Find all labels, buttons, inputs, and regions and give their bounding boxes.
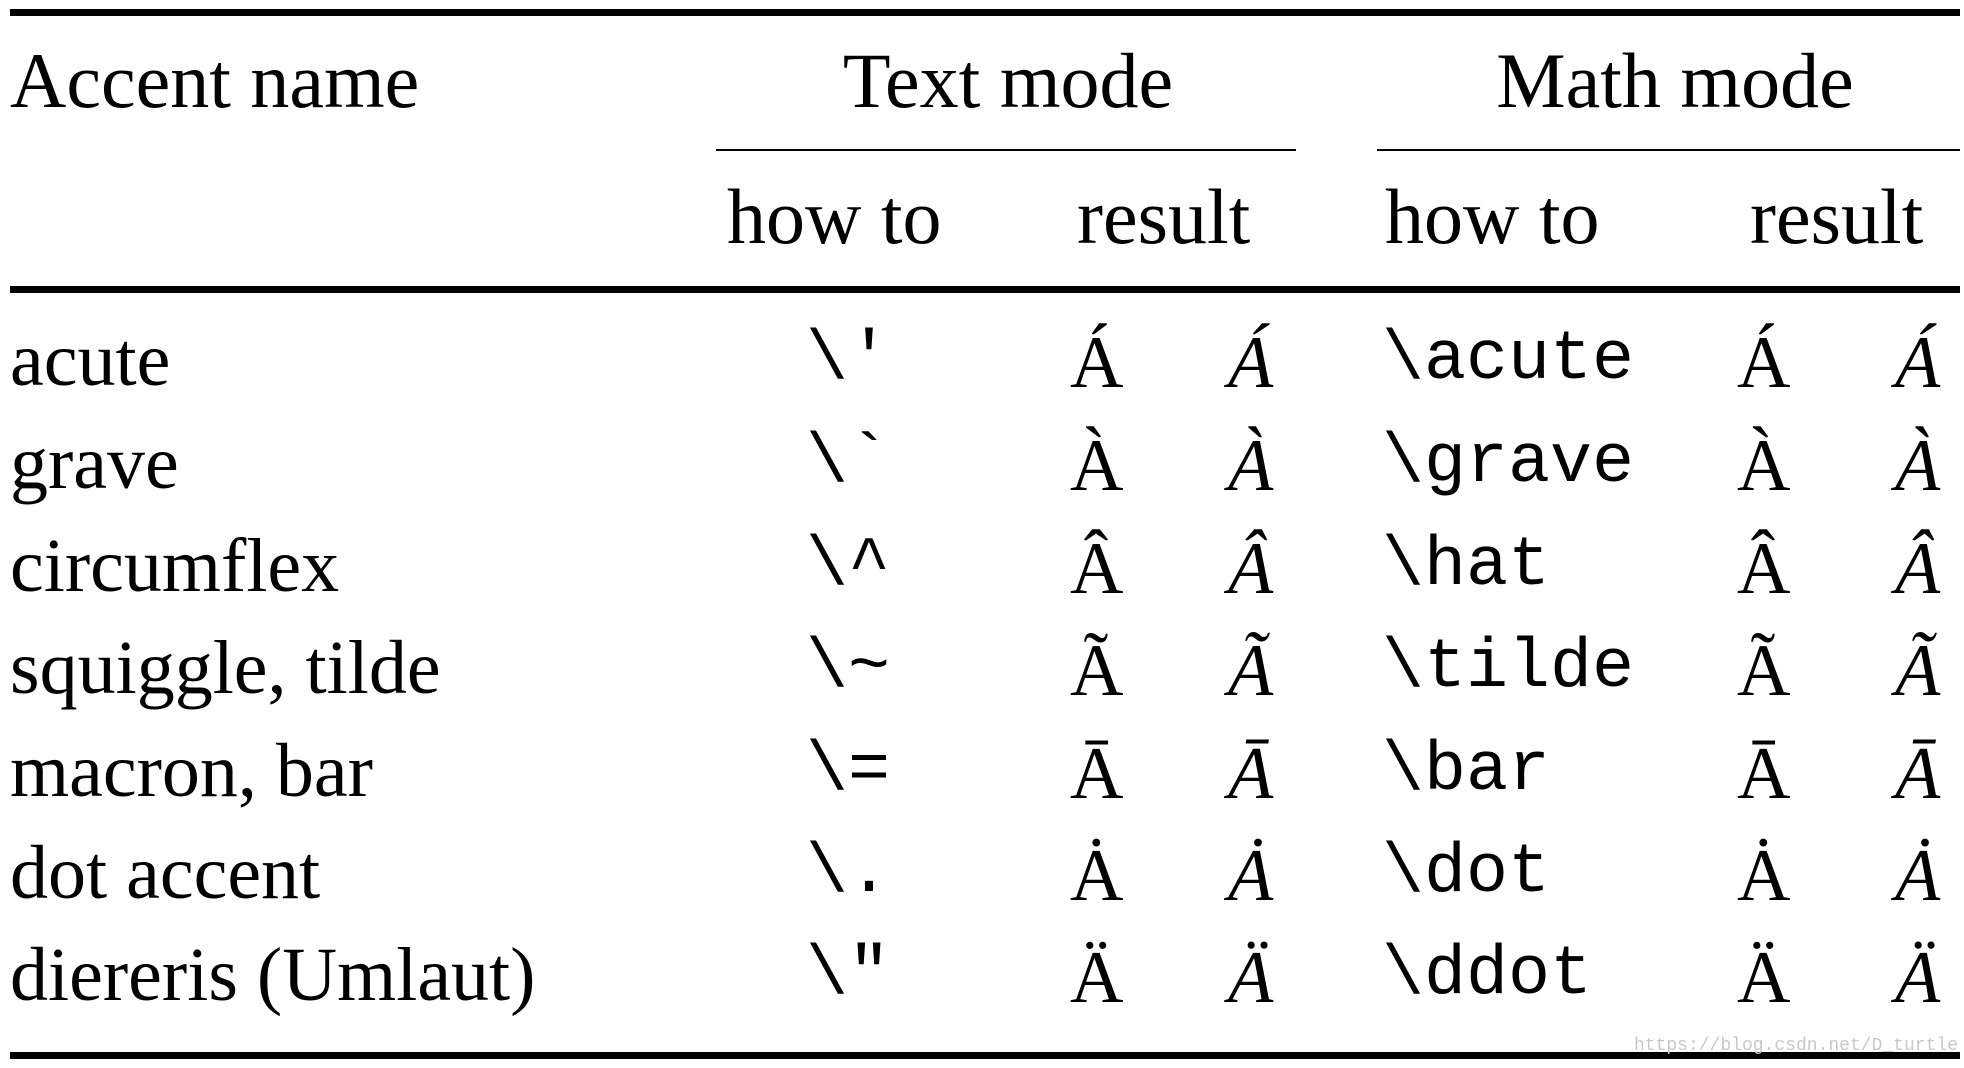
math-mode-result-italic-cell: À xyxy=(1895,425,1941,507)
accent-name-cell: grave xyxy=(10,421,179,505)
text-mode-result-italic-cell: Á xyxy=(1228,322,1274,404)
text-mode-command-cell: \" xyxy=(806,936,891,1015)
math-mode-result-upright-cell: Ȧ xyxy=(1737,835,1791,917)
text-mode-command-cell: \~ xyxy=(806,629,891,708)
math-mode-cmidrule xyxy=(1377,149,1960,151)
math-mode-result-upright-cell: Á xyxy=(1737,322,1791,404)
header-text-how-to: how to xyxy=(727,173,942,260)
math-mode-command-cell: \hat xyxy=(1382,527,1551,606)
math-mode-result-italic-cell: Â xyxy=(1895,528,1941,610)
text-mode-result-upright-cell: Ȧ xyxy=(1070,835,1124,917)
math-mode-result-italic-cell: Ȧ xyxy=(1895,835,1941,917)
math-mode-result-upright-cell: Ã xyxy=(1737,630,1791,712)
text-mode-result-italic-cell: À xyxy=(1228,425,1274,507)
text-mode-result-upright-cell: Ä xyxy=(1070,937,1124,1019)
header-math-result: result xyxy=(1750,173,1924,260)
text-mode-result-italic-cell: Ā xyxy=(1228,733,1274,815)
text-mode-result-upright-cell: Á xyxy=(1070,322,1124,404)
header-text-result: result xyxy=(1077,173,1251,260)
header-math-how-to: how to xyxy=(1385,173,1600,260)
math-mode-result-italic-cell: Ä xyxy=(1895,937,1941,1019)
math-mode-command-cell: \ddot xyxy=(1382,936,1593,1015)
header-text-mode: Text mode xyxy=(842,37,1174,124)
text-mode-result-upright-cell: Ã xyxy=(1070,630,1124,712)
text-mode-command-cell: \= xyxy=(806,732,891,811)
accent-name-cell: squiggle, tilde xyxy=(10,626,441,710)
text-mode-result-italic-cell: Ä xyxy=(1228,937,1274,1019)
math-mode-command-cell: \bar xyxy=(1382,732,1551,811)
accent-name-cell: dot accent xyxy=(10,831,321,915)
text-mode-result-upright-cell: Ā xyxy=(1070,733,1124,815)
math-mode-result-upright-cell: Ä xyxy=(1737,937,1791,1019)
text-mode-result-italic-cell: Â xyxy=(1228,528,1274,610)
math-mode-command-cell: \dot xyxy=(1382,834,1551,913)
text-mode-command-cell: \` xyxy=(806,424,891,503)
text-mode-result-upright-cell: À xyxy=(1070,425,1124,507)
math-mode-result-upright-cell: Ā xyxy=(1737,733,1791,815)
accent-name-cell: acute xyxy=(10,318,171,402)
accent-name-cell: diereris (Umlaut) xyxy=(10,933,536,1017)
math-mode-result-upright-cell: Â xyxy=(1737,528,1791,610)
header-accent-name: Accent name xyxy=(10,37,420,124)
math-mode-command-cell: \tilde xyxy=(1382,629,1635,708)
math-mode-result-italic-cell: Á xyxy=(1895,322,1941,404)
accent-name-cell: circumflex xyxy=(10,524,340,608)
text-mode-command-cell: \. xyxy=(806,834,891,913)
accent-name-cell: macron, bar xyxy=(10,729,373,813)
math-mode-result-italic-cell: Ã xyxy=(1895,630,1941,712)
text-mode-cmidrule xyxy=(716,149,1296,151)
header-math-mode: Math mode xyxy=(1496,37,1854,124)
text-mode-command-cell: \' xyxy=(806,321,891,400)
math-mode-result-upright-cell: À xyxy=(1737,425,1791,507)
mid-rule xyxy=(10,286,1960,293)
text-mode-command-cell: \^ xyxy=(806,527,891,606)
top-rule xyxy=(10,9,1960,16)
math-mode-command-cell: \grave xyxy=(1382,424,1635,503)
math-mode-command-cell: \acute xyxy=(1382,321,1635,400)
text-mode-result-upright-cell: Â xyxy=(1070,528,1124,610)
math-mode-result-italic-cell: Ā xyxy=(1895,733,1941,815)
watermark: https://blog.csdn.net/D_turtle xyxy=(1633,1036,1958,1056)
text-mode-result-italic-cell: Ȧ xyxy=(1228,835,1274,917)
text-mode-result-italic-cell: Ã xyxy=(1228,630,1274,712)
